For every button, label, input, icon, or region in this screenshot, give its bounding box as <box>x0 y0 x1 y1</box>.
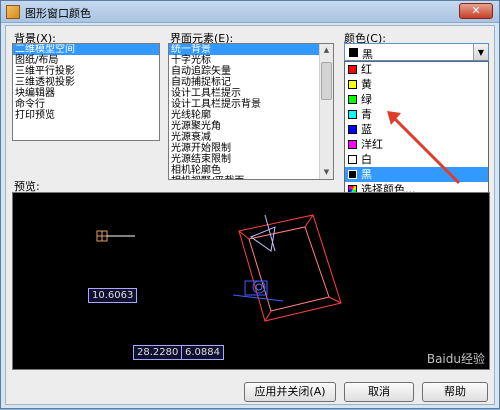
color-option-label: 绿 <box>361 93 372 106</box>
element-item[interactable]: 自动捕捉标记 <box>169 77 333 88</box>
title-bar: 图形窗口颜色 ✕ <box>1 1 499 23</box>
color-option[interactable]: 黄 <box>345 77 488 92</box>
color-dropdown-list[interactable]: 红黄绿青蓝洋红白黑选择颜色... <box>344 61 489 198</box>
element-item[interactable]: 光线轮廓 <box>169 110 333 121</box>
element-item[interactable]: 光源开始限制 <box>169 143 333 154</box>
element-item[interactable]: 光源结束限制 <box>169 154 333 165</box>
color-option-label: 黄 <box>361 78 372 91</box>
dialog-body: 背景(X): 二维模型空间 图纸/布局 三维平行投影 三维透视投影 块编辑器 命令行 打印预… <box>5 25 495 405</box>
color-option[interactable]: 洋红 <box>345 137 488 152</box>
color-option[interactable]: 白 <box>345 152 488 167</box>
element-item[interactable]: 自动追踪矢量 <box>169 66 333 77</box>
color-option[interactable]: 蓝 <box>345 122 488 137</box>
help-button[interactable]: 帮助 <box>422 382 488 402</box>
dimension-tag-3: 6.0884 <box>181 345 224 360</box>
elements-scrollbar[interactable]: ▲ ▼ <box>319 44 333 179</box>
dimension-tag-1: 10.6063 <box>88 288 138 303</box>
color-swatch <box>348 95 357 104</box>
element-item[interactable]: 光源聚光角 <box>169 121 333 132</box>
apply-close-button[interactable]: 应用并关闭(A) <box>244 382 336 402</box>
cancel-button[interactable]: 取消 <box>344 382 414 402</box>
color-combo[interactable]: 黑 ▼ <box>344 43 489 61</box>
object-lens-inner <box>255 283 263 291</box>
context-item[interactable]: 图纸/布局 <box>13 55 159 66</box>
scroll-down-icon[interactable]: ▼ <box>320 166 333 179</box>
context-item[interactable]: 打印预览 <box>13 110 159 121</box>
close-button[interactable]: ✕ <box>459 3 493 19</box>
color-option[interactable]: 黑 <box>345 167 488 182</box>
context-item[interactable]: 块编辑器 <box>13 88 159 99</box>
element-item[interactable]: 十字光标 <box>169 55 333 66</box>
color-swatch <box>348 170 357 179</box>
element-item[interactable]: 设计工具栏提示背景 <box>169 99 333 110</box>
color-swatch <box>348 110 357 119</box>
scroll-thumb[interactable] <box>321 62 332 100</box>
color-option[interactable]: 红 <box>345 62 488 77</box>
color-combo-value: 黑 <box>362 48 373 61</box>
window-title: 图形窗口颜色 <box>25 7 91 20</box>
color-option-label: 蓝 <box>361 123 372 136</box>
element-item[interactable]: 设计工具栏提示 <box>169 88 333 99</box>
preview-drawing <box>96 214 342 322</box>
color-swatch <box>348 65 357 74</box>
chevron-down-icon[interactable]: ▼ <box>473 44 488 60</box>
color-option-label: 青 <box>361 108 372 121</box>
dimension-tag-2: 28.2280 <box>133 345 183 360</box>
context-item[interactable]: 三维平行投影 <box>13 66 159 77</box>
element-item[interactable]: 光源衰减 <box>169 132 333 143</box>
scroll-up-icon[interactable]: ▲ <box>320 44 333 57</box>
context-item[interactable]: 三维透视投影 <box>13 77 159 88</box>
watermark-text: Baidu经验 <box>426 352 485 366</box>
context-item[interactable]: 二维模型空间 <box>13 44 159 55</box>
color-swatch <box>348 140 357 149</box>
color-option[interactable]: 绿 <box>345 92 488 107</box>
color-option-label: 黑 <box>361 168 372 181</box>
element-item[interactable]: 统一背景 <box>169 44 333 55</box>
app-icon <box>6 5 20 19</box>
color-swatch <box>348 155 357 164</box>
box-outline-front <box>238 214 342 322</box>
context-item[interactable]: 命令行 <box>13 99 159 110</box>
element-item[interactable]: 相机视野/平截面 <box>169 176 333 179</box>
color-swatch <box>348 80 357 89</box>
elements-listbox[interactable]: 统一背景 十字光标 自动追踪矢量 自动捕捉标记 设计工具栏提示 设计工具栏提示背景 光线轮廓… <box>168 43 334 180</box>
color-swatch <box>349 48 358 57</box>
preview-canvas: 10.6063 28.2280 6.0884 Baidu经验 <box>12 192 490 370</box>
color-option-label: 白 <box>361 153 372 166</box>
color-option-label: 洋红 <box>361 138 383 151</box>
color-swatch <box>348 125 357 134</box>
dialog-window: 图形窗口颜色 ✕ 背景(X): 二维模型空间 图纸/布局 三维平行投影 三维透视投影块… <box>0 0 500 409</box>
element-item[interactable]: 相机轮廓色 <box>169 165 333 176</box>
color-option-label: 红 <box>361 63 372 76</box>
color-option[interactable]: 青 <box>345 107 488 122</box>
context-listbox[interactable]: 二维模型空间 图纸/布局 三维平行投影 三维透视投影 块编辑器 命令行 打印预览 <box>12 43 160 141</box>
